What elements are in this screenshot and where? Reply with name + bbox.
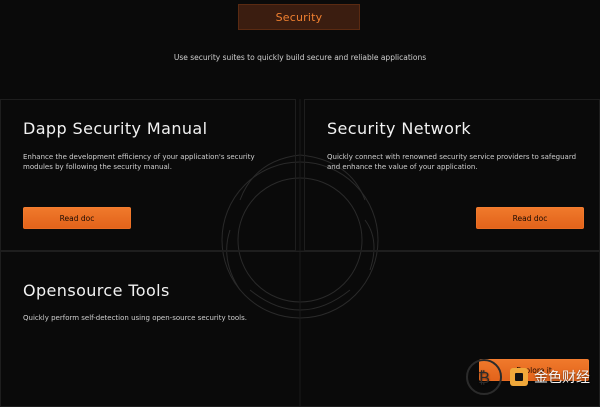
bitcoin-coin-icon: ₿: [466, 359, 502, 395]
brand-logo-icon: [510, 368, 528, 386]
security-page: Security Use security suites to quickly …: [0, 0, 600, 407]
card-title: Dapp Security Manual: [23, 119, 208, 138]
tab-security[interactable]: Security: [238, 4, 360, 30]
card-description: Enhance the development efficiency of yo…: [23, 153, 255, 171]
read-doc-button[interactable]: Read doc: [476, 207, 584, 229]
read-doc-button[interactable]: Read doc: [23, 207, 131, 229]
svg-text:₿: ₿: [478, 368, 490, 387]
card-title: Security Network: [327, 119, 471, 138]
card-description: Quickly perform self-detection using ope…: [23, 314, 247, 322]
card-security-network: Security Network Quickly connect with re…: [304, 99, 600, 251]
card-dapp-security-manual: Dapp Security Manual Enhance the develop…: [0, 99, 296, 251]
card-description: Quickly connect with renowned security s…: [327, 153, 577, 171]
card-title: Opensource Tools: [23, 281, 170, 300]
watermark: ₿ 金色财经: [464, 357, 590, 397]
watermark-text: 金色财经: [534, 370, 590, 386]
page-subtitle: Use security suites to quickly build sec…: [173, 53, 427, 62]
